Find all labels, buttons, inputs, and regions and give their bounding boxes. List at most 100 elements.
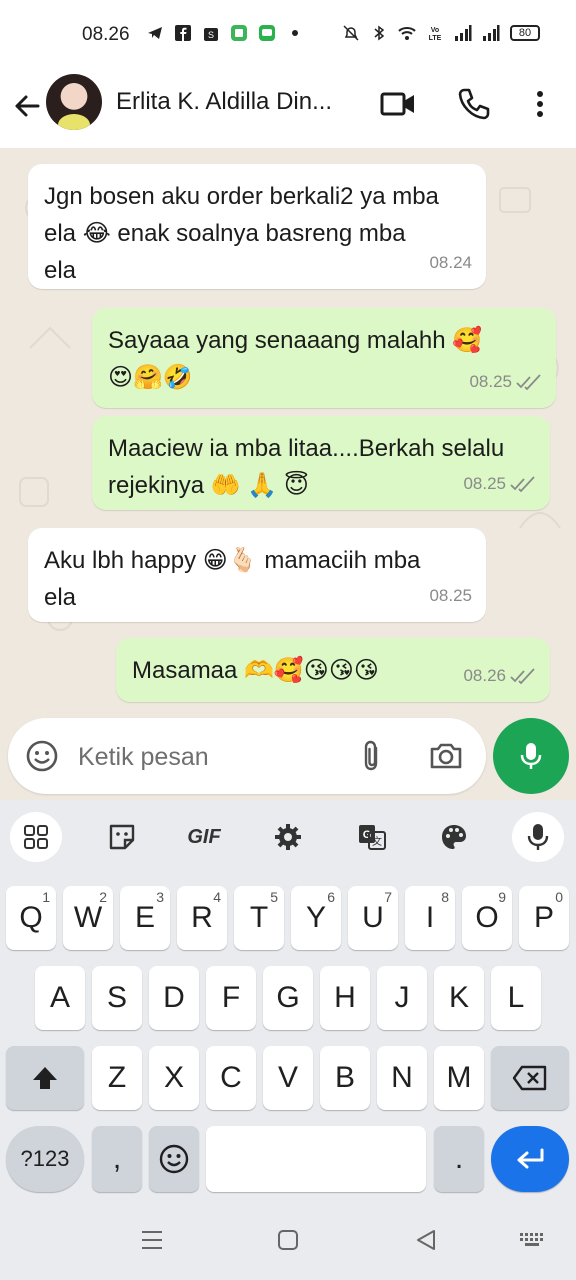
backspace-key[interactable] [491,1046,569,1110]
mic-button[interactable] [493,718,569,794]
battery-icon: 80 [510,25,540,41]
space-key[interactable] [206,1126,426,1192]
video-call-icon[interactable] [378,84,418,124]
message-text: Aku lbh happy 😁🫰🏻 mamaciih mba ela [44,547,421,611]
key-x[interactable]: X [149,1046,199,1110]
message-time: 08.26 [463,666,506,685]
key-i[interactable]: I8 [405,886,455,950]
signal-icon [483,25,500,41]
recents-icon[interactable] [138,1226,166,1254]
read-ticks-icon [510,475,535,492]
key-w[interactable]: W2 [63,886,113,950]
translate-icon[interactable]: G文 [346,812,398,862]
message-bubble[interactable]: Sayaaa yang senaaang malahh 🥰 😍🤗🤣 08.25 [92,308,556,408]
home-icon[interactable] [274,1226,302,1254]
notification-icons: S [146,24,304,42]
key-b[interactable]: B [320,1046,370,1110]
composer-bar [0,716,576,800]
phone-icon[interactable] [454,84,494,124]
status-time: 08.26 [82,24,130,45]
key-m[interactable]: M [434,1046,484,1110]
message-input[interactable] [78,740,338,774]
message-bubble[interactable]: Jgn bosen aku order berkali2 ya mba ela … [28,164,486,289]
attach-icon[interactable] [354,738,390,774]
key-v[interactable]: V [263,1046,313,1110]
back-icon[interactable] [412,1226,440,1254]
mute-icon [343,25,359,41]
key-hint: 8 [441,889,449,905]
key-a[interactable]: A [35,966,85,1030]
enter-key[interactable] [491,1126,569,1192]
key-y[interactable]: Y6 [291,886,341,950]
emoji-icon[interactable] [24,738,60,774]
symbols-key[interactable]: ?123 [6,1126,84,1192]
voice-input-icon[interactable] [512,812,564,862]
chat-area[interactable]: Jgn bosen aku order berkali2 ya mba ela … [0,148,576,800]
app-icon [231,25,247,41]
read-ticks-icon [510,667,535,684]
message-text: Jgn bosen aku order berkali2 ya mba ela … [44,183,439,284]
key-label: I [425,901,435,934]
key-h[interactable]: H [320,966,370,1030]
key-label: U [362,901,384,934]
key-t[interactable]: T5 [234,886,284,950]
key-hint: 2 [99,889,107,905]
key-g[interactable]: G [263,966,313,1030]
enter-icon [517,1148,544,1169]
key-label: R [191,901,213,934]
key-s[interactable]: S [92,966,142,1030]
volte-icon: VoLTE [429,27,442,42]
key-o[interactable]: O9 [462,886,512,950]
message-meta: 08.26 [463,657,536,694]
key-label: P [533,901,554,934]
keyboard-switch-icon[interactable] [518,1226,546,1254]
key-q[interactable]: Q1 [6,886,56,950]
sticker-icon[interactable] [96,812,148,862]
key-r[interactable]: R4 [177,886,227,950]
key-f[interactable]: F [206,966,256,1030]
comma-key[interactable]: , [92,1126,142,1192]
chat-header: Erlita K. Aldilla Din... [0,70,576,148]
settings-icon[interactable] [262,812,314,862]
message-bubble[interactable]: Maaciew ia mba litaa....Berkah selalu re… [92,416,550,510]
shop-icon: S [204,28,218,41]
key-l[interactable]: L [491,966,541,1030]
key-u[interactable]: U7 [348,886,398,950]
key-n[interactable]: N [377,1046,427,1110]
key-hint: 1 [42,889,50,905]
period-key[interactable]: . [434,1126,484,1192]
key-hint: 3 [156,889,164,905]
emoji-key[interactable] [149,1126,199,1192]
back-arrow-icon[interactable] [8,86,48,126]
apps-grid-icon[interactable] [10,812,62,862]
message-bubble[interactable]: Aku lbh happy 😁🫰🏻 mamaciih mba ela 08.25 [28,528,486,622]
key-z[interactable]: Z [92,1046,142,1110]
key-e[interactable]: E3 [120,886,170,950]
shift-icon [33,1067,57,1089]
more-vert-icon[interactable] [520,84,560,124]
key-c[interactable]: C [206,1046,256,1110]
message-time: 08.25 [469,372,512,391]
message-composer[interactable] [8,718,486,794]
key-j[interactable]: J [377,966,427,1030]
wifi-icon [398,27,416,40]
svg-text:文: 文 [372,835,382,848]
message-bubble[interactable]: Masamaa 🫶🥰😘😘😘 08.26 [116,638,550,702]
shift-key[interactable] [6,1046,84,1110]
key-k[interactable]: K [434,966,484,1030]
gif-icon[interactable]: GIF [178,812,230,862]
system-nav-bar [0,1200,576,1280]
backspace-icon [512,1065,547,1091]
emoji-icon [159,1144,189,1174]
status-bar: 08.26 S Vo LTE 80 [0,0,576,70]
key-p[interactable]: P0 [519,886,569,950]
message-time: 08.24 [429,253,472,272]
key-d[interactable]: D [149,966,199,1030]
contact-name[interactable]: Erlita K. Aldilla Din... [116,88,332,116]
camera-icon[interactable] [428,738,464,774]
palette-icon[interactable] [428,812,480,862]
key-hint: 7 [384,889,392,905]
avatar[interactable] [46,74,102,130]
message-time: 08.25 [463,474,506,493]
gif-label: GIF [187,825,221,848]
